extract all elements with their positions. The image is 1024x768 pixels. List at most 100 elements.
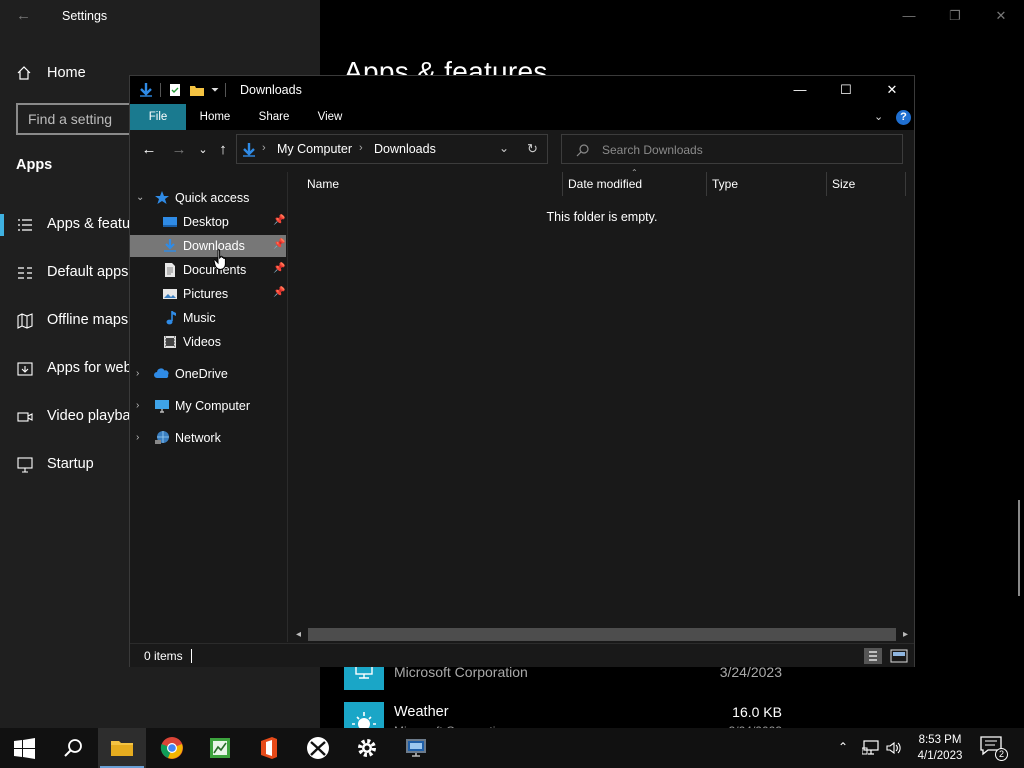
star-icon	[155, 191, 169, 204]
maximize-button[interactable]: ☐	[823, 76, 869, 104]
breadcrumb-separator-icon: ›	[262, 142, 266, 154]
pin-icon: 📌	[273, 239, 286, 250]
app-size: 16.0 KB	[732, 704, 782, 720]
customize-qat-icon[interactable]: ⏷	[211, 85, 219, 96]
navigation-pane: ⌄ Quick access Desktop 📌 Downloads 📌 Doc…	[130, 172, 288, 642]
music-icon	[166, 311, 176, 325]
action-center-button[interactable]: 2	[980, 736, 1008, 762]
scrollbar[interactable]	[1018, 500, 1020, 596]
show-hidden-icons-chevron-icon[interactable]: ⌃	[838, 740, 854, 756]
column-header-size[interactable]: Size	[832, 172, 855, 196]
chrome-taskbar-button[interactable]	[148, 728, 196, 768]
expand-ribbon-icon[interactable]: ⌄	[874, 110, 888, 124]
settings-home-link[interactable]: Home	[16, 62, 86, 84]
tree-item-desktop[interactable]: Desktop 📌	[130, 211, 286, 233]
close-button[interactable]: ✕	[869, 76, 915, 104]
tree-item-downloads[interactable]: Downloads 📌	[130, 235, 286, 257]
remote-desktop-icon	[406, 739, 426, 757]
column-divider[interactable]	[562, 172, 563, 196]
tree-network[interactable]: › Network	[130, 427, 286, 449]
settings-titlebar: ← Settings — ❐ ✕	[0, 0, 1024, 32]
minimize-button[interactable]: —	[777, 76, 823, 104]
remote-desktop-taskbar-button[interactable]	[392, 728, 440, 768]
forward-arrow-icon[interactable]: →	[170, 141, 188, 159]
xbox-taskbar-button[interactable]	[294, 728, 342, 768]
tree-my-computer[interactable]: › My Computer	[130, 395, 286, 417]
recent-locations-chevron-icon[interactable]: ⌄	[194, 141, 212, 159]
back-arrow-icon[interactable]: ←	[140, 141, 158, 159]
file-list[interactable]: Name ⌃ Date modified Type Size This fold…	[290, 168, 914, 642]
column-header-type[interactable]: Type	[712, 172, 738, 196]
breadcrumb-separator-icon: ›	[359, 142, 363, 154]
new-folder-icon[interactable]	[189, 82, 205, 98]
expand-chevron-icon[interactable]: ›	[136, 368, 146, 380]
minimize-icon[interactable]: —	[898, 5, 920, 27]
chrome-icon	[160, 737, 183, 759]
search-placeholder: Find a setting	[28, 111, 113, 127]
horizontal-scrollbar[interactable]: ◂ ▸	[290, 626, 914, 643]
tree-label: Quick access	[175, 191, 250, 205]
downloads-arrow-icon	[243, 143, 255, 157]
details-view-icon[interactable]	[864, 648, 882, 664]
breadcrumb-current[interactable]: Downloads	[374, 142, 436, 156]
address-bar[interactable]: › My Computer › Downloads ⌄ ↻	[236, 134, 548, 164]
network-tray-icon[interactable]	[862, 740, 880, 756]
office-taskbar-button[interactable]	[245, 728, 293, 768]
scroll-right-icon[interactable]: ▸	[897, 626, 914, 643]
tree-item-pictures[interactable]: Pictures 📌	[130, 283, 286, 305]
tab-home[interactable]: Home	[192, 104, 238, 130]
column-header-name[interactable]: Name	[307, 172, 339, 196]
ribbon-tabs: File Home Share View ⌄ ?	[130, 104, 914, 130]
back-arrow-icon[interactable]: ←	[16, 8, 32, 24]
refresh-icon[interactable]: ↻	[527, 141, 538, 157]
tree-item-videos[interactable]: Videos	[130, 331, 286, 353]
tree-quick-access[interactable]: ⌄ Quick access	[130, 187, 286, 209]
scroll-left-icon[interactable]: ◂	[290, 626, 307, 643]
hand-cursor-icon	[213, 249, 226, 271]
volume-icon[interactable]	[886, 740, 902, 756]
settings-taskbar-button[interactable]	[343, 728, 391, 768]
item-count: 0 items	[144, 649, 183, 663]
list-icon	[18, 219, 32, 231]
breadcrumb-root[interactable]: My Computer	[277, 142, 352, 156]
column-divider[interactable]	[706, 172, 707, 196]
network-icon	[155, 431, 169, 444]
nav-label: Startup	[47, 456, 94, 472]
column-divider[interactable]	[826, 172, 827, 196]
windows-logo-icon	[14, 738, 35, 759]
pin-icon: 📌	[273, 263, 286, 274]
expand-chevron-icon[interactable]: ›	[136, 400, 146, 412]
address-dropdown-icon[interactable]: ⌄	[499, 141, 509, 155]
tab-share[interactable]: Share	[250, 104, 298, 130]
explorer-titlebar: ⏷ Downloads — ☐ ✕	[130, 76, 914, 104]
expand-chevron-icon[interactable]: ›	[136, 432, 146, 444]
tree-item-documents[interactable]: Documents 📌	[130, 259, 286, 281]
restore-icon[interactable]: ❐	[944, 5, 966, 27]
up-arrow-icon[interactable]: ↑	[214, 141, 232, 159]
file-explorer-taskbar-button[interactable]	[98, 728, 146, 768]
window-title: Downloads	[240, 83, 302, 97]
clock-time: 8:53 PM	[918, 734, 962, 746]
clock[interactable]: 8:53 PM 4/1/2023	[908, 732, 972, 764]
column-header-date[interactable]: Date modified	[568, 172, 642, 196]
start-button[interactable]	[0, 728, 48, 768]
properties-icon[interactable]	[167, 82, 183, 98]
gear-icon	[358, 739, 376, 757]
tab-file[interactable]: File	[130, 104, 186, 130]
sheets-taskbar-button[interactable]	[196, 728, 244, 768]
large-icons-view-icon[interactable]	[890, 648, 908, 664]
search-input[interactable]: Search Downloads	[561, 134, 903, 164]
tab-view[interactable]: View	[308, 104, 352, 130]
tree-item-music[interactable]: Music	[130, 307, 286, 329]
close-icon[interactable]: ✕	[990, 5, 1012, 27]
folder-icon	[111, 741, 133, 756]
tree-label: Network	[175, 431, 221, 445]
collapse-chevron-icon[interactable]: ⌄	[136, 192, 146, 204]
clock-date: 4/1/2023	[917, 750, 963, 762]
help-icon[interactable]: ?	[896, 110, 911, 125]
tree-onedrive[interactable]: › OneDrive	[130, 363, 286, 385]
search-taskbar-button[interactable]	[48, 728, 96, 768]
empty-folder-message: This folder is empty.	[546, 210, 658, 224]
scroll-thumb[interactable]	[308, 628, 896, 641]
column-divider[interactable]	[905, 172, 906, 196]
